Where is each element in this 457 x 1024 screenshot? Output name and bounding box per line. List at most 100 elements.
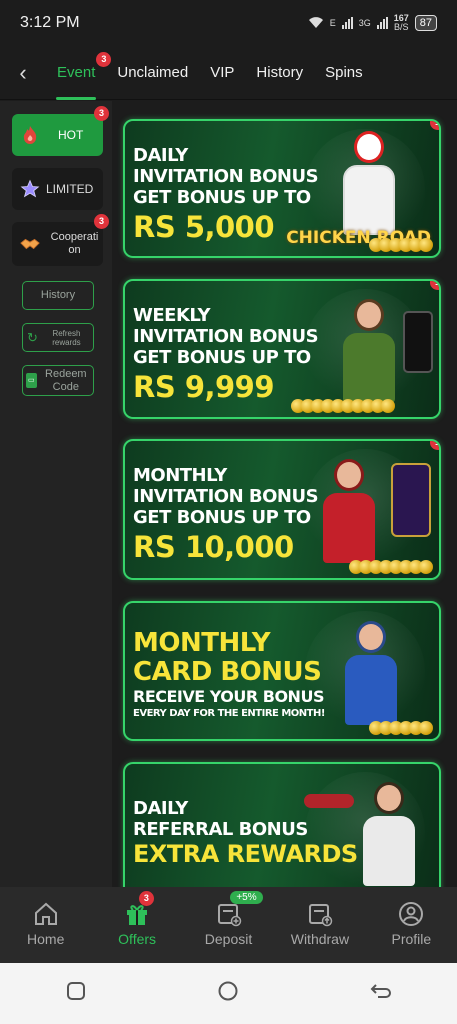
banner-line1: DAILY [133, 798, 188, 819]
banner-weekly-invitation[interactable]: WEEKLY INVITATION BONUS GET BONUS UP TO … [123, 279, 441, 419]
nav-profile[interactable]: Profile [366, 887, 457, 963]
chicken-illustration [339, 131, 399, 241]
network-3g-label: 3G [358, 18, 371, 28]
nav-label: Profile [391, 931, 432, 947]
nav-badge: 3 [138, 891, 154, 906]
system-nav-bar [0, 963, 457, 1024]
tab-unclaimed[interactable]: Unclaimed [106, 46, 199, 100]
sidebar-badge: 3 [94, 214, 109, 229]
withdraw-icon [308, 904, 333, 927]
tab-event[interactable]: Event 3 [46, 46, 112, 100]
ticket-icon: ▭ [26, 373, 37, 388]
nav-withdraw[interactable]: Withdraw [274, 887, 365, 963]
tab-history[interactable]: History [245, 46, 314, 100]
banner-line3: RECEIVE YOUR BONUS [133, 687, 324, 706]
coins-decoration [369, 721, 433, 735]
redeem-code-label: Redeem Code [45, 367, 87, 393]
banner-line1: WEEKLY [133, 305, 211, 326]
banner-daily-referral[interactable]: DAILY REFERRAL BONUS EXTRA REWARDS [123, 762, 441, 902]
recents-icon[interactable] [66, 981, 86, 1006]
banner-text: MONTHLY CARD BONUS RECEIVE YOUR BONUS EV… [133, 629, 325, 720]
sidebar-item-label: Cooperati on [50, 231, 99, 256]
banner-daily-invitation[interactable]: CHICKEN ROAD DAILY INVITATION BONUS GET … [123, 119, 441, 258]
banner-line2: REFERRAL BONUS [133, 819, 308, 840]
slot-phone-illustration [391, 463, 431, 537]
banner-monthly-invitation[interactable]: MONTHLY INVITATION BONUS GET BONUS UP TO… [123, 439, 441, 580]
back-arrow-icon[interactable]: ‹ [0, 60, 46, 86]
banner-line1: MONTHLY [133, 628, 271, 658]
nav-label: Deposit [204, 931, 253, 947]
home-icon [34, 902, 57, 925]
network-speed: 167 B/S [394, 14, 409, 32]
banner-line1: DAILY [133, 145, 188, 166]
status-time: 3:12 PM [20, 14, 80, 31]
network-e-label: E [329, 18, 336, 28]
sidebar-item-hot[interactable]: HOT 3 [12, 106, 109, 156]
refresh-icon: ↻ [27, 330, 38, 345]
banner-monthly-card-bonus[interactable]: MONTHLY CARD BONUS RECEIVE YOUR BONUS EV… [123, 601, 441, 741]
sidebar-item-label: HOT [58, 128, 84, 142]
banner-line2: CARD BONUS [133, 657, 322, 687]
nav-offers[interactable]: Offers 3 [91, 887, 182, 963]
banner-amount: RS 5,000 [133, 210, 275, 244]
banner-text: DAILY REFERRAL BONUS EXTRA REWARDS [133, 798, 358, 868]
bottom-nav: Home Offers 3 Deposit +5% Withdraw Profi… [0, 887, 457, 963]
pilot-woman-blue-illustration [341, 621, 401, 731]
coins-decoration [291, 399, 395, 413]
coins-decoration [369, 238, 433, 252]
banner-badge: 1 [430, 281, 439, 290]
banner-line2: INVITATION BONUS [133, 326, 319, 347]
nav-home[interactable]: Home [0, 887, 91, 963]
tab-label: Event [57, 64, 96, 81]
refresh-rewards-label: Refresh rewards [52, 328, 81, 347]
tab-label: Spins [325, 64, 363, 81]
tab-label: Unclaimed [117, 64, 189, 81]
banner-text: DAILY INVITATION BONUS GET BONUS UP TO R… [133, 145, 319, 244]
pilot-woman-illustration [339, 299, 399, 409]
nav-label: Offers [118, 931, 157, 947]
sidebar-badge: 3 [94, 106, 109, 121]
sidebar-item-label: LIMITED [46, 182, 94, 196]
coins-decoration [349, 560, 433, 574]
speed-unit: B/S [393, 22, 409, 32]
nav-label: Withdraw [290, 931, 350, 947]
banner-text: WEEKLY INVITATION BONUS GET BONUS UP TO … [133, 305, 319, 404]
banner-badge: 1 [430, 121, 439, 130]
refresh-rewards-button[interactable]: ↻ Refresh rewards [22, 323, 94, 352]
back-icon[interactable] [370, 981, 392, 1006]
deposit-bonus-pill: +5% [230, 891, 263, 904]
tab-vip[interactable]: VIP [199, 46, 245, 100]
home-button-icon[interactable] [217, 980, 239, 1007]
tab-spins[interactable]: Spins [314, 46, 374, 100]
banner-line1: MONTHLY [133, 465, 227, 486]
handshake-icon [20, 234, 40, 254]
signal-icon-2 [376, 17, 388, 29]
status-bar: 3:12 PM E 3G 167 B/S 87 [0, 0, 457, 46]
redeem-code-button[interactable]: ▭ Redeem Code [22, 365, 94, 396]
banner-line3: GET BONUS UP TO [133, 507, 311, 528]
captain-woman-illustration [359, 782, 419, 892]
star-icon [20, 179, 40, 199]
banner-line2: INVITATION BONUS [133, 166, 319, 187]
sidebar-item-limited[interactable]: LIMITED [12, 168, 103, 210]
aviator-woman-illustration [319, 459, 379, 569]
battery-icon: 87 [414, 15, 437, 31]
banner-line3: GET BONUS UP TO [133, 347, 311, 368]
banner-amount: RS 10,000 [133, 530, 294, 564]
banner-line2: INVITATION BONUS [133, 486, 319, 507]
deposit-icon [217, 904, 241, 927]
tab-label: VIP [210, 64, 235, 81]
banner-badge: 1 [430, 441, 439, 450]
phone-illustration [403, 311, 433, 373]
banner-line3: EXTRA REWARDS [133, 840, 358, 868]
flame-icon [20, 125, 40, 145]
nav-label: Home [27, 931, 65, 947]
status-icons: E 3G 167 B/S 87 [308, 14, 437, 32]
profile-icon [399, 902, 424, 926]
signal-icon [341, 17, 353, 29]
sidebar-item-cooperation[interactable]: Cooperati on 3 [12, 214, 109, 266]
history-button[interactable]: History [22, 281, 94, 310]
nav-deposit[interactable]: Deposit +5% [183, 887, 274, 963]
banner-text: MONTHLY INVITATION BONUS GET BONUS UP TO… [133, 465, 319, 564]
wifi-icon [308, 15, 324, 31]
